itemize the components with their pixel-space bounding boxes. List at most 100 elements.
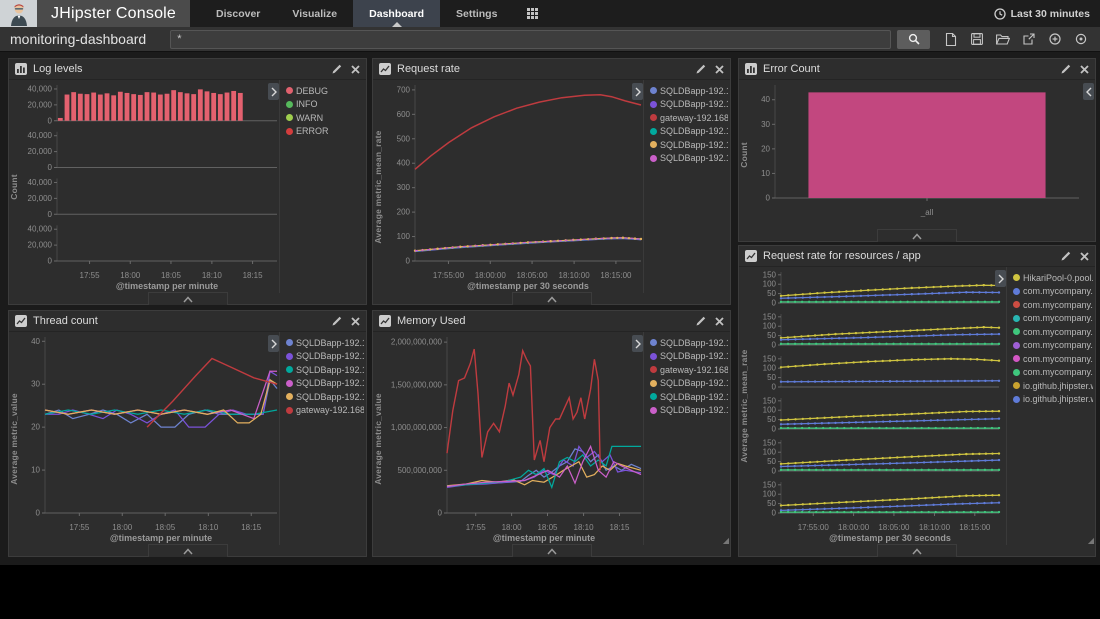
request-rate-chart[interactable]: 010020030040050060070017:55:0018:00:0018… — [375, 80, 647, 293]
edit-panel-button[interactable] — [1061, 251, 1071, 261]
nav-item-settings[interactable]: Settings — [440, 0, 513, 27]
legend-item[interactable]: com.mycompany.myap... — [1013, 325, 1093, 339]
legend-toggle-button[interactable] — [995, 270, 1006, 287]
legend-label: io.github.jhipster.web.r... — [1023, 381, 1093, 391]
legend-label: SQLDBapp-192.168.4... — [660, 392, 728, 402]
nav-item-visualize[interactable]: Visualize — [276, 0, 353, 27]
legend-item[interactable]: com.mycompany.myap... — [1013, 312, 1093, 326]
legend-item[interactable]: INFO — [286, 98, 364, 112]
save-dashboard-button[interactable] — [964, 30, 990, 49]
remove-panel-button[interactable] — [715, 65, 724, 74]
legend-toggle-button[interactable] — [1083, 83, 1094, 100]
legend-item[interactable]: SQLDBapp-192.168.4... — [650, 350, 728, 364]
bar-chart-icon — [745, 63, 757, 75]
legend-item[interactable]: SQLDBapp-192.168.4... — [650, 377, 728, 391]
edit-panel-button[interactable] — [696, 64, 706, 74]
resize-handle[interactable]: ◢ — [1088, 537, 1094, 545]
share-dashboard-button[interactable] — [1016, 30, 1042, 49]
edit-panel-button[interactable] — [332, 64, 342, 74]
legend-item[interactable]: SQLDBapp-192.168.4... — [286, 363, 364, 377]
legend-item[interactable]: com.mycompany.myap... — [1013, 339, 1093, 353]
remove-panel-button[interactable] — [1080, 65, 1089, 74]
svg-text:40: 40 — [31, 337, 40, 346]
legend-toggle-button[interactable] — [268, 83, 279, 100]
remove-panel-button[interactable] — [351, 317, 360, 326]
svg-text:600: 600 — [397, 110, 411, 119]
timepicker-button[interactable]: Last 30 minutes — [994, 0, 1100, 27]
legend-item[interactable]: SQLDBapp-192.168.4... — [286, 377, 364, 391]
query-input[interactable] — [170, 30, 891, 49]
svg-text:18:00: 18:00 — [112, 523, 133, 532]
legend-item[interactable]: com.mycompany.myap... — [1013, 298, 1093, 312]
legend-item[interactable]: SQLDBapp-192.168.4... — [650, 152, 728, 166]
edit-panel-button[interactable] — [1061, 64, 1071, 74]
edit-panel-button[interactable] — [696, 316, 706, 326]
close-icon — [1080, 65, 1089, 74]
log-levels-chart[interactable]: 020,00040,000020,00040,000020,00040,0000… — [11, 80, 283, 293]
remove-panel-button[interactable] — [715, 317, 724, 326]
legend-item[interactable]: SQLDBapp-192.168.4... — [286, 390, 364, 404]
nav-item-dashboard[interactable]: Dashboard — [353, 0, 440, 27]
legend-toggle-button[interactable] — [268, 335, 279, 352]
legend-item[interactable]: SQLDBapp-192.168.4... — [650, 138, 728, 152]
panel-header: Request rate for resources / app — [739, 246, 1095, 267]
svg-text:50: 50 — [767, 457, 776, 466]
chevron-up-icon — [912, 233, 922, 240]
new-dashboard-button[interactable] — [938, 30, 964, 49]
legend-item[interactable]: gateway-192.168.43.8:... — [286, 404, 364, 418]
legend-item[interactable]: SQLDBapp-192.168.4... — [650, 404, 728, 418]
open-dashboard-button[interactable] — [990, 30, 1016, 49]
svg-text:20,000: 20,000 — [28, 194, 53, 203]
thread-count-chart[interactable]: 01020304017:5518:0018:0518:1018:15@times… — [11, 332, 283, 545]
options-button[interactable] — [1068, 30, 1094, 49]
edit-panel-button[interactable] — [332, 316, 342, 326]
collapse-panel-button[interactable] — [877, 544, 957, 557]
error-count-chart[interactable]: 010203040_all — [741, 80, 1085, 230]
legend-item[interactable]: SQLDBapp-192.168.4... — [286, 350, 364, 364]
legend-item[interactable]: gateway-192.168.43.8:... — [650, 363, 728, 377]
legend-item[interactable]: com.mycompany.myap... — [1013, 366, 1093, 380]
legend-label: DEBUG — [296, 86, 328, 96]
collapse-panel-button[interactable] — [512, 292, 592, 305]
legend-item[interactable]: SQLDBapp-192.168.4... — [650, 336, 728, 350]
legend-toggle-button[interactable] — [632, 335, 643, 352]
legend-toggle-button[interactable] — [632, 83, 643, 100]
legend-item[interactable]: SQLDBapp-192.168.4... — [650, 390, 728, 404]
collapse-panel-button[interactable] — [148, 292, 228, 305]
collapse-panel-button[interactable] — [148, 544, 228, 557]
resize-handle[interactable]: ◢ — [723, 537, 729, 545]
svg-text:18:05: 18:05 — [155, 523, 176, 532]
legend-item[interactable]: com.mycompany.myap... — [1013, 285, 1093, 299]
legend-item[interactable]: SQLDBapp-192.168.4... — [650, 125, 728, 139]
legend-label: com.mycompany.myap... — [1023, 367, 1093, 377]
legend-item[interactable]: com.mycompany.myap... — [1013, 352, 1093, 366]
panel-header: Request rate — [373, 59, 730, 80]
jhipster-logo[interactable] — [0, 0, 37, 27]
remove-panel-button[interactable] — [351, 65, 360, 74]
legend-item[interactable]: gateway-192.168.43.8:... — [650, 111, 728, 125]
svg-text:18:15: 18:15 — [241, 523, 262, 532]
collapse-panel-button[interactable] — [877, 229, 957, 242]
app-switcher-button[interactable] — [513, 0, 552, 27]
legend-item[interactable]: SQLDBapp-192.168.4... — [286, 336, 364, 350]
resources-rate-chart[interactable]: 0501001500501001500501001500501001500501… — [741, 267, 1005, 545]
svg-text:100: 100 — [763, 406, 777, 415]
legend-item[interactable]: SQLDBapp-192.168.4... — [650, 84, 728, 98]
legend-item[interactable]: WARN — [286, 111, 364, 125]
legend-color-dot — [1013, 382, 1020, 389]
collapse-panel-button[interactable] — [512, 544, 592, 557]
legend-item[interactable]: io.github.jhipster.web.r... — [1013, 393, 1093, 407]
legend-item[interactable]: ERROR — [286, 125, 364, 139]
search-button[interactable] — [897, 30, 930, 49]
svg-text:@timestamp per minute: @timestamp per minute — [110, 533, 212, 543]
legend-label: SQLDBapp-192.168.4... — [660, 140, 728, 150]
panel-header: Log levels — [9, 59, 366, 80]
remove-panel-button[interactable] — [1080, 252, 1089, 261]
legend-item[interactable]: HikariPool-0.pool.Wait — [1013, 271, 1093, 285]
legend-item[interactable]: SQLDBapp-192.168.4... — [650, 98, 728, 112]
nav-item-discover[interactable]: Discover — [200, 0, 276, 27]
legend-item[interactable]: io.github.jhipster.web.r... — [1013, 379, 1093, 393]
legend-item[interactable]: DEBUG — [286, 84, 364, 98]
add-visualization-button[interactable] — [1042, 30, 1068, 49]
memory-used-chart[interactable]: 0500,000,0001,000,000,0001,500,000,0002,… — [375, 332, 647, 545]
